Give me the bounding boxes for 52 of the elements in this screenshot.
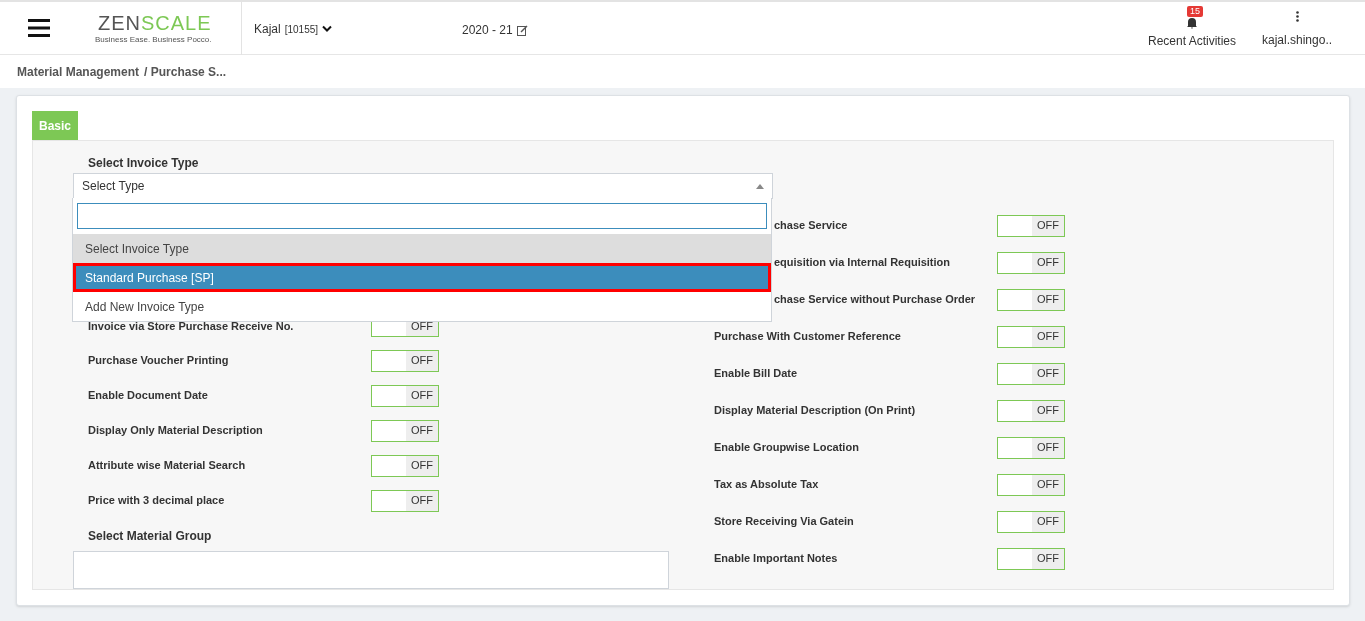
toggle-switch[interactable]: OFF	[371, 454, 439, 477]
toggle-switch[interactable]: OFF	[997, 436, 1065, 459]
setting-label: Store Receiving Via Gatein	[714, 514, 854, 530]
menu-icon[interactable]	[28, 19, 50, 37]
toggle-switch[interactable]: OFF	[997, 214, 1065, 237]
setting-label: chase Service without Purchase Order	[774, 292, 976, 308]
toggle-switch[interactable]: OFF	[997, 473, 1065, 496]
caret-up-icon	[756, 183, 764, 189]
setting-label: Display Only Material Description	[88, 423, 264, 439]
bell-icon	[1186, 17, 1198, 29]
setting-label: Tax as Absolute Tax	[714, 477, 819, 493]
breadcrumb-item[interactable]: Material Management	[17, 62, 140, 81]
field-label: Select Material Group	[88, 528, 213, 546]
setting-label: Display Material Description (On Print)	[714, 403, 916, 419]
user-menu-button[interactable]: kajal.shingo..	[1262, 11, 1333, 49]
breadcrumb-item: / Purchase S...	[144, 63, 227, 81]
chevron-down-icon	[322, 25, 333, 33]
dropdown-option: Select Invoice Type	[73, 234, 771, 263]
edit-icon[interactable]	[516, 24, 528, 36]
setting-label: Enable Document Date	[88, 388, 209, 404]
setting-label: Purchase Voucher Printing	[88, 353, 230, 369]
material-group-field[interactable]	[73, 551, 669, 589]
toggle-switch[interactable]: OFF	[997, 547, 1065, 570]
invoice-type-select[interactable]: Select Type	[73, 173, 773, 199]
logo[interactable]: ZENSCALE Business Ease. Business Pocco.	[95, 11, 212, 45]
company-selector[interactable]: Kajal [10155]	[254, 20, 333, 38]
setting-label: Enable Important Notes	[714, 551, 838, 567]
more-icon	[1295, 11, 1299, 22]
toggle-switch[interactable]: OFF	[371, 349, 439, 372]
toggle-switch[interactable]: OFF	[997, 288, 1065, 311]
toggle-switch[interactable]: OFF	[997, 510, 1065, 533]
toggle-switch[interactable]: OFF	[997, 399, 1065, 422]
notification-badge: 15	[1187, 6, 1203, 17]
toggle-switch[interactable]: OFF	[371, 384, 439, 407]
setting-label: Purchase With Customer Reference	[714, 329, 901, 345]
setting-label: Enable Bill Date	[714, 366, 798, 382]
financial-year: 2020 - 21	[462, 22, 513, 39]
setting-label: equisition via Internal Requisition	[774, 255, 951, 271]
dropdown-option[interactable]: Standard Purchase [SP]	[73, 263, 771, 292]
setting-label: Invoice via Store Purchase Receive No.	[88, 318, 295, 334]
toggle-switch[interactable]: OFF	[997, 251, 1065, 274]
toggle-switch[interactable]: OFF	[997, 325, 1065, 348]
setting-label: Price with 3 decimal place	[88, 493, 226, 509]
setting-label: Attribute wise Material Search	[88, 458, 247, 474]
setting-label: chase Service	[774, 218, 848, 234]
recent-activities-button[interactable]: 15 Recent Activities	[1145, 6, 1239, 52]
search-field[interactable]	[77, 203, 767, 229]
toggle-switch[interactable]: OFF	[371, 419, 439, 442]
toggle-switch[interactable]: OFF	[371, 489, 439, 512]
setting-label: Enable Groupwise Location	[714, 440, 859, 456]
field-label: Select Invoice Type	[88, 155, 200, 172]
toggle-switch[interactable]: OFF	[997, 362, 1065, 385]
